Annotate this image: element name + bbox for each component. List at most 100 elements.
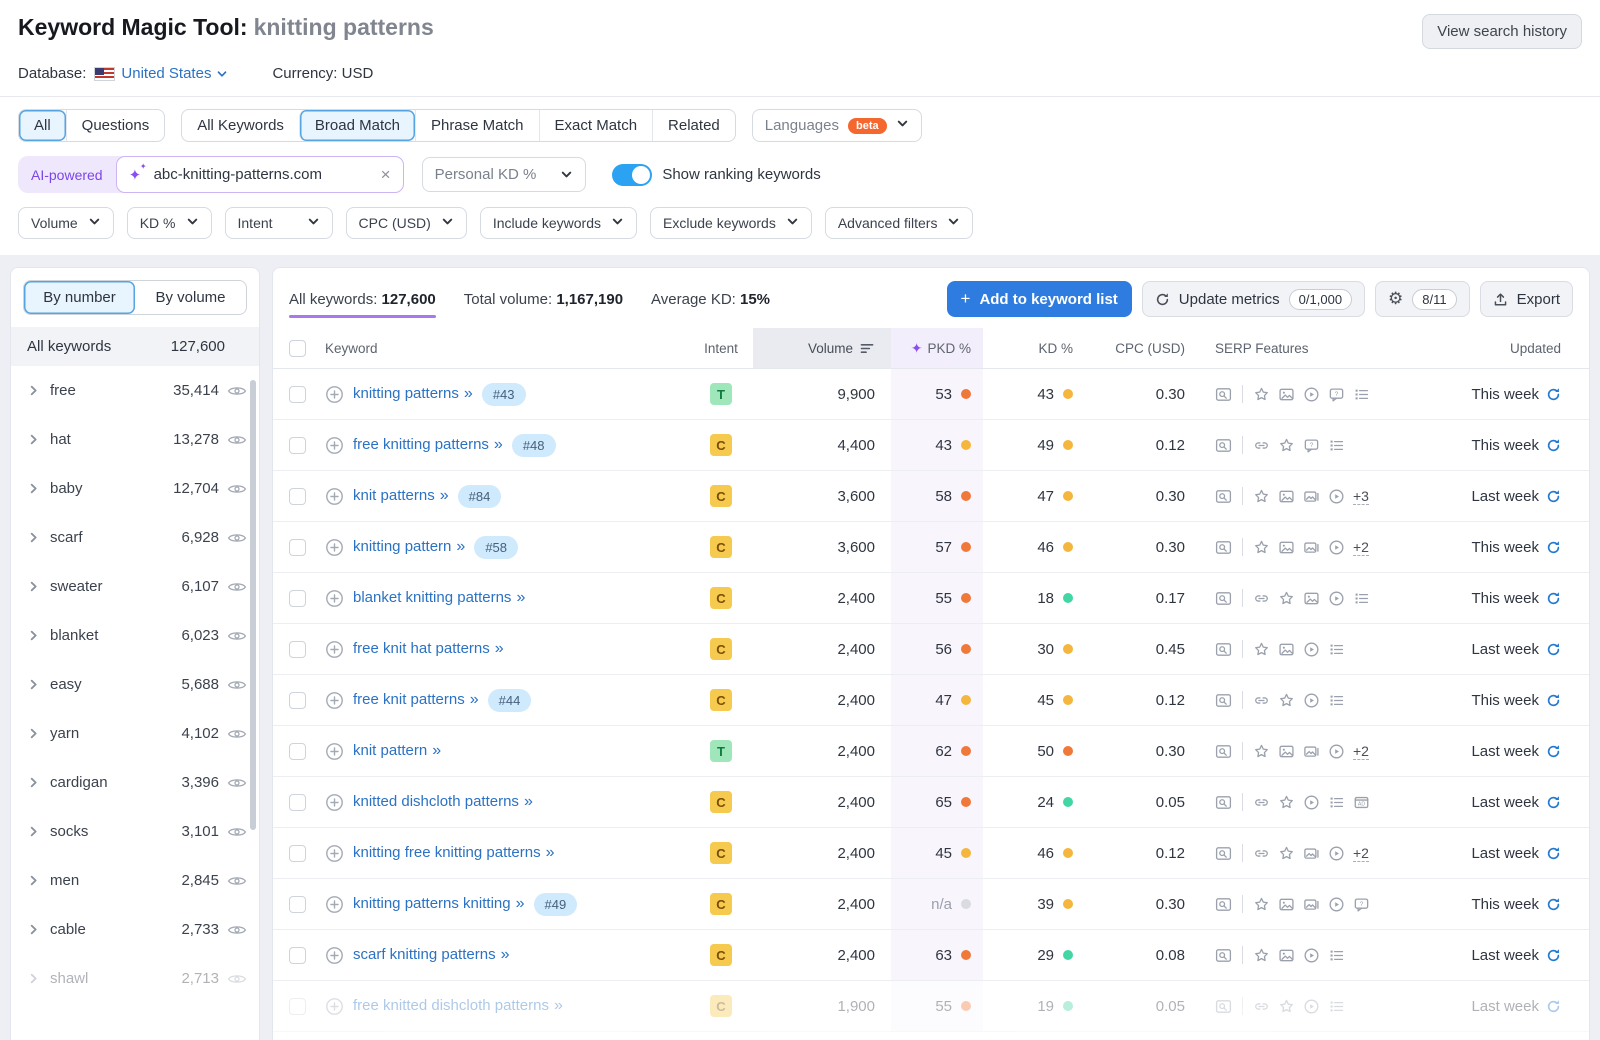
sidebar-group-baby[interactable]: baby12,704	[11, 464, 259, 513]
sidebar-group-scarf[interactable]: scarf6,928	[11, 513, 259, 562]
serp-preview-icon[interactable]	[1215, 896, 1232, 913]
refresh-icon[interactable]	[1546, 693, 1561, 708]
serp-more-link[interactable]: +2	[1353, 539, 1369, 556]
tab-broad-match[interactable]: Broad Match	[299, 110, 415, 141]
serp-preview-icon[interactable]	[1215, 590, 1232, 607]
refresh-icon[interactable]	[1546, 795, 1561, 810]
eye-icon[interactable]	[227, 874, 247, 888]
keyword-link[interactable]: free knit hat patterns	[353, 640, 504, 658]
keyword-link[interactable]: blanket knitting patterns	[353, 589, 525, 607]
row-checkbox[interactable]	[289, 539, 306, 556]
filter-exclude-keywords[interactable]: Exclude keywords	[650, 207, 812, 239]
view-search-history-button[interactable]: View search history	[1422, 14, 1582, 49]
add-keyword-icon[interactable]	[325, 385, 344, 404]
row-checkbox[interactable]	[289, 641, 306, 658]
sidebar-group-hat[interactable]: hat13,278	[11, 415, 259, 464]
serp-preview-icon[interactable]	[1215, 437, 1232, 454]
serp-preview-icon[interactable]	[1215, 998, 1232, 1015]
header-intent[interactable]: Intent	[689, 328, 753, 368]
sidebar-group-easy[interactable]: easy5,688	[11, 660, 259, 709]
filter-cpc-usd[interactable]: CPC (USD)	[346, 207, 467, 239]
sidebar-group-socks[interactable]: socks3,101	[11, 807, 259, 856]
refresh-icon[interactable]	[1546, 489, 1561, 504]
keyword-link[interactable]: knitting patterns	[353, 385, 473, 403]
tab-all-keywords[interactable]: All Keywords	[182, 110, 299, 141]
header-serp-features[interactable]: SERP Features	[1195, 328, 1429, 368]
add-keyword-icon[interactable]	[325, 436, 344, 455]
eye-icon[interactable]	[227, 433, 247, 447]
eye-icon[interactable]	[227, 482, 247, 496]
tab-related[interactable]: Related	[652, 110, 735, 141]
keyword-link[interactable]: free knitted dishcloth patterns	[353, 997, 563, 1015]
eye-icon[interactable]	[227, 776, 247, 790]
tab-phrase-match[interactable]: Phrase Match	[415, 110, 539, 141]
add-keyword-icon[interactable]	[325, 589, 344, 608]
languages-dropdown[interactable]: Languages beta	[752, 109, 922, 142]
filter-include-keywords[interactable]: Include keywords	[480, 207, 637, 239]
row-checkbox[interactable]	[289, 743, 306, 760]
keyword-link[interactable]: free knit patterns	[353, 691, 479, 709]
serp-more-link[interactable]: +3	[1353, 488, 1369, 505]
select-all-checkbox[interactable]	[289, 340, 306, 357]
sidebar-group-yarn[interactable]: yarn4,102	[11, 709, 259, 758]
update-metrics-button[interactable]: Update metrics 0/1,000	[1142, 281, 1365, 317]
stat-all-keywords[interactable]: All keywords: 127,600	[289, 291, 436, 308]
serp-preview-icon[interactable]	[1215, 641, 1232, 658]
eye-icon[interactable]	[227, 580, 247, 594]
filter-kd[interactable]: KD %	[127, 207, 212, 239]
refresh-icon[interactable]	[1546, 540, 1561, 555]
eye-icon[interactable]	[227, 678, 247, 692]
eye-icon[interactable]	[227, 727, 247, 741]
refresh-icon[interactable]	[1546, 999, 1561, 1014]
filter-intent[interactable]: Intent	[225, 207, 333, 239]
serp-preview-icon[interactable]	[1215, 845, 1232, 862]
row-checkbox[interactable]	[289, 437, 306, 454]
refresh-icon[interactable]	[1546, 846, 1561, 861]
row-checkbox[interactable]	[289, 845, 306, 862]
sidebar-group-cardigan[interactable]: cardigan3,396	[11, 758, 259, 807]
row-checkbox[interactable]	[289, 794, 306, 811]
sidebar-group-free[interactable]: free35,414	[11, 366, 259, 415]
sidebar-group-cable[interactable]: cable2,733	[11, 905, 259, 954]
eye-icon[interactable]	[227, 972, 247, 986]
export-button[interactable]: Export	[1480, 281, 1573, 317]
serp-more-link[interactable]: +2	[1353, 743, 1369, 760]
add-keyword-icon[interactable]	[325, 691, 344, 710]
add-keyword-icon[interactable]	[325, 895, 344, 914]
serp-preview-icon[interactable]	[1215, 488, 1232, 505]
row-checkbox[interactable]	[289, 998, 306, 1015]
header-cpc[interactable]: CPC (USD)	[1085, 328, 1195, 368]
serp-preview-icon[interactable]	[1215, 386, 1232, 403]
sidebar-group-blanket[interactable]: blanket6,023	[11, 611, 259, 660]
keyword-link[interactable]: free knitting patterns	[353, 436, 503, 454]
filter-advanced-filters[interactable]: Advanced filters	[825, 207, 974, 239]
row-checkbox[interactable]	[289, 488, 306, 505]
eye-icon[interactable]	[227, 384, 247, 398]
tab-questions[interactable]: Questions	[66, 110, 165, 141]
sidebar-group-sweater[interactable]: sweater6,107	[11, 562, 259, 611]
sidebar-group-shawl[interactable]: shawl2,713	[11, 954, 259, 1003]
refresh-icon[interactable]	[1546, 897, 1561, 912]
serp-preview-icon[interactable]	[1215, 794, 1232, 811]
add-to-keyword-list-button[interactable]: Add to keyword list	[947, 281, 1132, 317]
header-updated[interactable]: Updated	[1429, 328, 1589, 368]
header-pkd[interactable]: PKD %	[891, 328, 983, 368]
domain-input[interactable]: abc-knitting-patterns.com	[116, 156, 404, 193]
refresh-icon[interactable]	[1546, 948, 1561, 963]
tab-exact-match[interactable]: Exact Match	[539, 110, 653, 141]
add-keyword-icon[interactable]	[325, 793, 344, 812]
add-keyword-icon[interactable]	[325, 640, 344, 659]
database-selector[interactable]: United States	[121, 65, 228, 82]
serp-preview-icon[interactable]	[1215, 743, 1232, 760]
add-keyword-icon[interactable]	[325, 742, 344, 761]
sidebar-scrollbar[interactable]	[250, 380, 256, 830]
refresh-icon[interactable]	[1546, 438, 1561, 453]
table-settings-button[interactable]: 8/11	[1375, 281, 1470, 317]
add-keyword-icon[interactable]	[325, 538, 344, 557]
add-keyword-icon[interactable]	[325, 997, 344, 1016]
refresh-icon[interactable]	[1546, 387, 1561, 402]
tab-all[interactable]: All	[19, 110, 66, 141]
row-checkbox[interactable]	[289, 947, 306, 964]
header-keyword[interactable]: Keyword	[325, 328, 689, 368]
clear-input-icon[interactable]	[381, 165, 391, 185]
